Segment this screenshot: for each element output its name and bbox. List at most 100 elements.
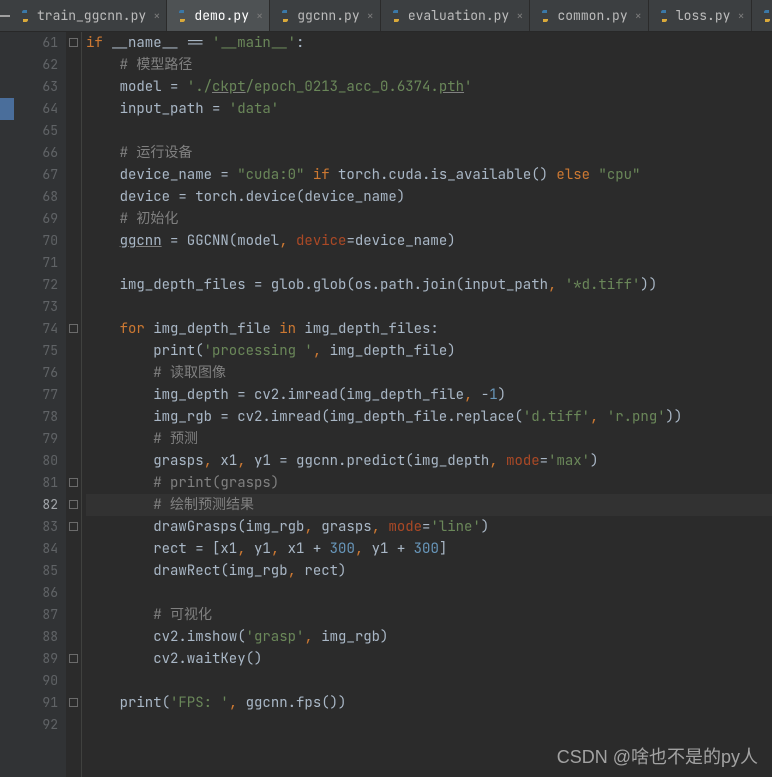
tab-label: demo.py <box>194 7 249 24</box>
fold-gutter[interactable] <box>66 32 82 777</box>
code-line[interactable]: # 预测 <box>86 428 772 450</box>
code-line[interactable]: img_rgb = cv2.imread(img_depth_file.repl… <box>86 406 772 428</box>
tab-train_ggcnn-py[interactable]: train_ggcnn.py × <box>10 0 167 31</box>
code-line[interactable]: # 绘制预测结果 <box>86 494 772 516</box>
code-line[interactable] <box>86 252 772 274</box>
code-line[interactable]: # 初始化 <box>86 208 772 230</box>
line-number: 73 <box>20 296 58 318</box>
fold-handle-icon[interactable] <box>69 478 78 487</box>
close-icon[interactable]: × <box>735 8 744 24</box>
line-number: 77 <box>20 384 58 406</box>
line-number: 89 <box>20 648 58 670</box>
code-line[interactable]: model = './ckpt/epoch_0213_acc_0.6374.pt… <box>86 76 772 98</box>
fold-handle-icon[interactable] <box>69 698 78 707</box>
tab-common-py[interactable]: common.py × <box>530 0 648 31</box>
code-line[interactable] <box>86 670 772 692</box>
code-line[interactable]: print('processing ', img_depth_file) <box>86 340 772 362</box>
line-number: 61▶ <box>20 32 58 54</box>
code-line[interactable]: print('FPS: ', ggcnn.fps()) <box>86 692 772 714</box>
line-number: 91 <box>20 692 58 714</box>
code-line[interactable]: input_path = 'data' <box>86 98 772 120</box>
tab-label: ggcnn.py <box>297 7 359 24</box>
line-number: 90 <box>20 670 58 692</box>
line-number: 74 <box>20 318 58 340</box>
code-line[interactable] <box>86 582 772 604</box>
line-number: 78 <box>20 406 58 428</box>
close-icon[interactable]: × <box>633 8 642 24</box>
line-number: 83 <box>20 516 58 538</box>
line-number: 82 <box>20 494 58 516</box>
tab-demo-py[interactable]: demo.py × <box>167 0 270 31</box>
close-icon[interactable]: × <box>151 8 160 24</box>
code-line[interactable]: # 可视化 <box>86 604 772 626</box>
code-area[interactable]: if __name__ == '__main__': # 模型路径 model … <box>82 32 772 777</box>
code-line[interactable]: img_depth_files = glob.glob(os.path.join… <box>86 274 772 296</box>
close-icon[interactable]: × <box>365 8 374 24</box>
code-line[interactable]: if __name__ == '__main__': <box>86 32 772 54</box>
code-line[interactable]: # 读取图像 <box>86 362 772 384</box>
tab-loss-py[interactable]: loss.py× <box>649 0 752 31</box>
python-file-icon <box>18 9 32 23</box>
line-number: 76 <box>20 362 58 384</box>
tab-evaluation-py[interactable]: evaluation.py × <box>381 0 531 31</box>
bookmark-marker[interactable] <box>0 98 14 120</box>
tab-label: train_ggcnn.py <box>37 7 146 24</box>
code-line[interactable]: for img_depth_file in img_depth_files: <box>86 318 772 340</box>
code-editor[interactable]: 61▶6263646566676869707172737475767778798… <box>0 32 772 777</box>
fold-handle-icon[interactable] <box>69 324 78 333</box>
line-number: 80 <box>20 450 58 472</box>
line-number: 75 <box>20 340 58 362</box>
code-line[interactable]: device_name = "cuda:0" if torch.cuda.is_… <box>86 164 772 186</box>
code-line[interactable]: cv2.waitKey() <box>86 648 772 670</box>
line-number: 63 <box>20 76 58 98</box>
code-line[interactable]: # 运行设备 <box>86 142 772 164</box>
tab-bar: train_ggcnn.py×demo.py×ggcnn.py×evaluati… <box>0 0 772 32</box>
python-file-icon <box>657 9 671 23</box>
line-number: 65 <box>20 120 58 142</box>
tab-ggcnn-py[interactable]: ggcnn.py × <box>270 0 381 31</box>
code-line[interactable]: device = torch.device(device_name) <box>86 186 772 208</box>
fold-handle-icon[interactable] <box>69 500 78 509</box>
code-line[interactable]: drawGrasps(img_rgb, grasps, mode='line') <box>86 516 772 538</box>
code-line[interactable]: # print(grasps) <box>86 472 772 494</box>
python-file-icon <box>760 9 772 23</box>
fold-handle-icon[interactable] <box>69 522 78 531</box>
annotation-strip <box>0 32 20 777</box>
line-number: 62 <box>20 54 58 76</box>
tabbar-prev-icon[interactable] <box>0 0 10 31</box>
close-icon[interactable]: × <box>254 8 263 24</box>
line-number-gutter: 61▶6263646566676869707172737475767778798… <box>20 32 66 777</box>
tab-label: evaluation.py <box>408 7 509 24</box>
line-number: 66 <box>20 142 58 164</box>
code-line[interactable] <box>86 296 772 318</box>
tab-label: common.py <box>557 7 627 24</box>
line-number: 88 <box>20 626 58 648</box>
tab-grasp_da[interactable]: grasp_da× <box>752 0 772 31</box>
close-icon[interactable]: × <box>514 8 523 24</box>
code-line[interactable]: cv2.imshow('grasp', img_rgb) <box>86 626 772 648</box>
line-number: 67 <box>20 164 58 186</box>
code-line[interactable] <box>86 714 772 736</box>
code-line[interactable] <box>86 120 772 142</box>
fold-handle-icon[interactable] <box>69 654 78 663</box>
code-line[interactable]: img_depth = cv2.imread(img_depth_file, -… <box>86 384 772 406</box>
line-number: 86 <box>20 582 58 604</box>
python-file-icon <box>389 9 403 23</box>
line-number: 87 <box>20 604 58 626</box>
code-line[interactable]: # 模型路径 <box>86 54 772 76</box>
line-number: 72 <box>20 274 58 296</box>
code-line[interactable]: rect = [x1, y1, x1 + 300, y1 + 300] <box>86 538 772 560</box>
tab-label: loss.py <box>676 7 731 24</box>
line-number: 70 <box>20 230 58 252</box>
code-line[interactable]: drawRect(img_rgb, rect) <box>86 560 772 582</box>
line-number: 92 <box>20 714 58 736</box>
code-line[interactable]: grasps, x1, y1 = ggcnn.predict(img_depth… <box>86 450 772 472</box>
code-line[interactable]: ggcnn = GGCNN(model, device=device_name) <box>86 230 772 252</box>
line-number: 79 <box>20 428 58 450</box>
line-number: 64 <box>20 98 58 120</box>
python-file-icon <box>538 9 552 23</box>
line-number: 84 <box>20 538 58 560</box>
python-file-icon <box>278 9 292 23</box>
watermark-text: CSDN @啥也不是的py人 <box>557 743 758 769</box>
fold-handle-icon[interactable] <box>69 38 78 47</box>
